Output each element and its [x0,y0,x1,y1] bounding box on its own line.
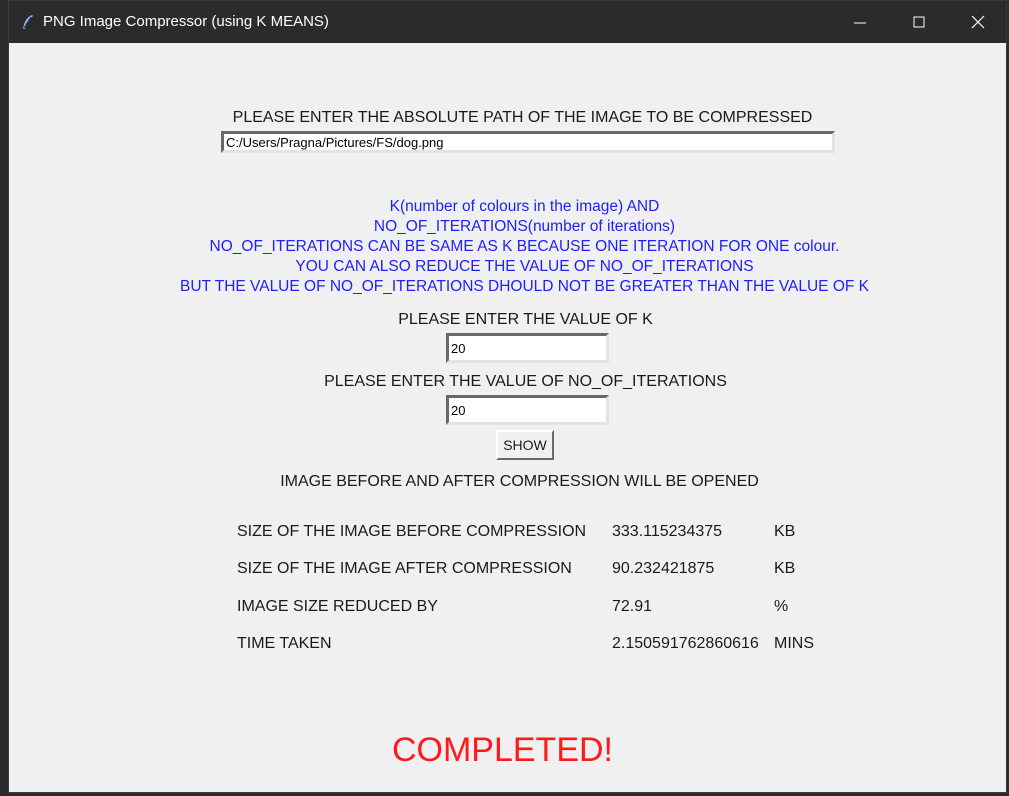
stat-label-time: TIME TAKEN [237,635,332,652]
info-line-1: K(number of colours in the image) AND [389,198,660,215]
info-line-2: NO_OF_ITERATIONS(number of iterations) [373,218,676,235]
app-window: PNG Image Compressor (using K MEANS) PLE… [8,0,1007,793]
stat-value-after: 90.232421875 [612,560,715,577]
k-value-input[interactable] [446,333,609,363]
path-label: PLEASE ENTER THE ABSOLUTE PATH OF THE IM… [232,109,813,126]
stat-label-before: SIZE OF THE IMAGE BEFORE COMPRESSION [237,523,587,540]
info-line-5: BUT THE VALUE OF NO_OF_ITERATIONS DHOULD… [179,278,870,295]
open-message: IMAGE BEFORE AND AFTER COMPRESSION WILL … [280,473,759,490]
stat-value-before: 333.115234375 [612,523,723,540]
close-icon [971,15,985,29]
info-line-3: NO_OF_ITERATIONS CAN BE SAME AS K BECAUS… [209,238,840,255]
stat-label-after: SIZE OF THE IMAGE AFTER COMPRESSION [237,560,572,577]
minimize-icon [854,22,866,24]
iterations-value-input[interactable] [446,395,609,425]
close-button[interactable] [949,1,1007,43]
show-button[interactable]: SHOW [496,430,554,460]
stat-unit-time: MINS [774,635,814,652]
stat-value-reduced: 72.91 [612,598,653,615]
k-label: PLEASE ENTER THE VALUE OF K [398,311,653,328]
stat-label-reduced: IMAGE SIZE REDUCED BY [237,598,438,615]
stat-unit-reduced: % [774,598,789,615]
stat-unit-after: KB [774,560,796,577]
stat-unit-before: KB [774,523,796,540]
image-path-input[interactable] [221,131,835,153]
minimize-button[interactable] [831,1,889,43]
maximize-button[interactable] [890,1,948,43]
completed-status: COMPLETED! [391,731,614,769]
window-title: PNG Image Compressor (using K MEANS) [43,13,329,30]
feather-icon [21,14,35,30]
title-bar[interactable]: PNG Image Compressor (using K MEANS) [9,1,1006,43]
maximize-icon [913,16,925,28]
iterations-label: PLEASE ENTER THE VALUE OF NO_OF_ITERATIO… [324,373,727,390]
main-content: PLEASE ENTER THE ABSOLUTE PATH OF THE IM… [9,43,1006,792]
info-line-4: YOU CAN ALSO REDUCE THE VALUE OF NO_OF_I… [295,258,754,275]
stat-value-time: 2.150591762860616 [612,635,759,652]
